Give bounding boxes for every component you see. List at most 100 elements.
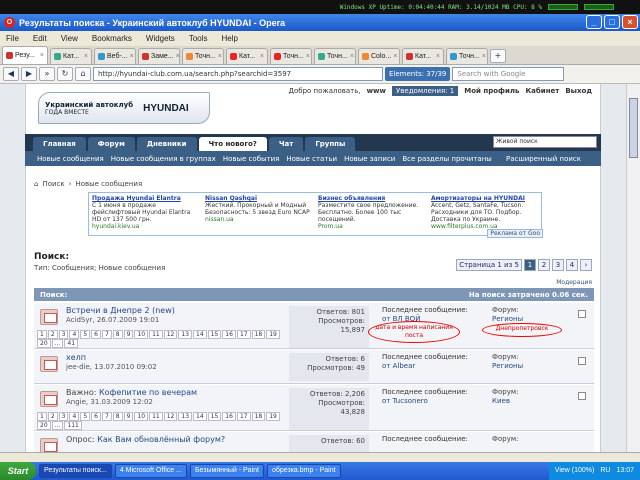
thread-page-link[interactable]: 17 [236,412,251,421]
tab-groups[interactable]: Группы [305,137,356,151]
thread-page-link[interactable]: 9 [123,412,134,421]
menu-file[interactable]: File [6,34,19,43]
thread-page-link[interactable]: 3 [58,330,69,339]
thread-author[interactable]: AcidSyr [66,316,92,324]
thread-page-link[interactable]: 17 [236,330,251,339]
thread-page-link[interactable]: 16 [222,330,236,339]
address-bar[interactable]: http://hyundai-club.com.ua/search.php?se… [93,67,383,81]
home-icon[interactable]: ⌂ [75,67,91,81]
moderation-menu[interactable]: Модерация [556,279,592,286]
scrollbar-thumb[interactable] [629,98,638,158]
browser-tab[interactable]: Точн... × [314,48,356,64]
thread-page-link[interactable]: 11 [149,330,163,339]
tab-whats-new[interactable]: Что нового? [198,137,267,151]
thread-page-link[interactable]: 2 [47,412,58,421]
next-page-icon[interactable]: › [580,259,592,271]
tab-close-icon[interactable]: × [393,53,397,60]
browser-tab[interactable]: Точн... × [182,48,224,64]
menu-help[interactable]: Help [222,34,238,43]
ad-item[interactable]: Продажа Hyundai Elantra С 1 июня в продаж… [89,193,202,235]
thread-title-text[interactable]: Кофепитие по вечерам [99,388,197,397]
fast-forward-icon[interactable]: » [39,67,55,81]
ad-title[interactable]: Nissan Qashqai [205,195,312,202]
tab-close-icon[interactable]: × [260,53,264,60]
thread-page-link[interactable]: 5 [80,330,91,339]
logout-link[interactable]: Выход [565,87,592,95]
live-search-input[interactable]: Живой поиск [493,136,597,148]
notifications-button[interactable]: Уведомления: 1 [392,86,459,96]
page-2-button[interactable]: 2 [538,259,550,271]
username-link[interactable]: www [367,87,386,95]
zoom-level[interactable]: View (100%) [555,462,595,480]
tab-close-icon[interactable]: × [130,53,134,60]
web-search-input[interactable]: Search with Google [452,67,565,81]
ad-title[interactable]: Продажа Hyundai Elantra [92,195,199,202]
forum-link[interactable]: Регионы [492,362,562,371]
page-scrollbar[interactable] [626,84,640,452]
thread-select-checkbox[interactable] [578,357,586,365]
menu-view[interactable]: View [61,34,78,43]
thread-page-link[interactable]: 19 [266,412,280,421]
forum-link[interactable]: Киев [492,397,562,406]
pagination-label[interactable]: Страница 1 из 5 [456,259,522,271]
subnav-new-group-posts[interactable]: Новые сообщения в группах [111,155,216,163]
subnav-new-articles[interactable]: Новые статьи [286,155,337,163]
forward-icon[interactable]: ▶ [21,67,37,81]
thread-page-link[interactable]: 1 [37,412,47,421]
ad-url[interactable]: Prom.ua [318,223,425,230]
thread-page-link[interactable]: 111 [64,421,82,430]
browser-tab[interactable]: Кат... × [402,48,444,64]
thread-page-link[interactable]: 18 [251,330,266,339]
page-4-button[interactable]: 4 [566,259,578,271]
back-icon[interactable]: ◀ [3,67,19,81]
thread-title[interactable]: хелп [66,353,86,362]
thread-page-link[interactable]: 5 [80,412,91,421]
site-logo[interactable]: Украинский автоклуб ГОДА ВМЕСТЕ HYUNDAI [38,92,210,124]
tab-close-icon[interactable]: × [482,53,486,60]
close-window-button[interactable]: × [622,15,638,29]
minimize-button[interactable]: _ [586,15,602,29]
thread-page-link[interactable]: 8 [112,412,123,421]
thread-page-link[interactable]: 8 [112,330,123,339]
thread-page-link[interactable]: 1 [37,330,47,339]
page-1-button[interactable]: 1 [524,259,536,271]
browser-tab[interactable]: Colo... × [358,48,400,64]
menu-edit[interactable]: Edit [33,34,47,43]
tab-close-icon[interactable]: × [350,53,354,60]
tab-forum[interactable]: Форум [87,137,135,151]
thread-title-text[interactable]: Встречи в Днепре 2 (new) [66,306,175,315]
browser-tab[interactable]: Резу... × [2,46,48,64]
ad-url[interactable]: nissan.ua [205,216,312,223]
thread-page-link[interactable]: 11 [149,412,163,421]
thread-title-text[interactable]: Как Вам обновлённый форум? [97,435,225,444]
thread-page-link[interactable]: 13 [178,330,193,339]
subnav-mark-read[interactable]: Все разделы прочитаны [402,155,491,163]
browser-tab[interactable]: Точн... × [446,48,488,64]
language-indicator[interactable]: RU [600,462,610,480]
tab-close-icon[interactable]: × [306,53,310,60]
thread-page-link[interactable]: 9 [123,330,134,339]
thread-page-link[interactable]: 14 [193,412,207,421]
subnav-new-posts[interactable]: Новые сообщения [37,155,104,163]
last-post-author[interactable]: от Tucsonero [382,397,486,406]
thread-page-link[interactable]: 10 [134,330,149,339]
browser-tab[interactable]: Кат... × [226,48,268,64]
browser-tab[interactable]: Точн... × [270,48,312,64]
menu-tools[interactable]: Tools [189,34,208,43]
taskbar-button[interactable]: Результаты поиск... [39,464,112,478]
thread-page-link[interactable]: 19 [266,330,280,339]
profile-link[interactable]: Мой профиль [464,87,519,95]
thread-page-link[interactable]: 14 [193,330,207,339]
thread-page-link[interactable]: 41 [64,339,79,348]
thread-page-link[interactable]: 10 [134,412,149,421]
tab-close-icon[interactable]: × [40,52,44,59]
thread-title[interactable]: Опрос: Как Вам обновлённый форум? [66,435,225,444]
ad-item[interactable]: Бизнес объявления Разместите свое предлож… [315,193,428,235]
tab-close-icon[interactable]: × [218,53,222,60]
menu-bookmarks[interactable]: Bookmarks [92,34,132,43]
menu-widgets[interactable]: Widgets [146,34,175,43]
thread-page-link[interactable]: 20 [37,421,51,430]
thread-author[interactable]: jee-die [66,363,90,371]
subnav-new-events[interactable]: Новые события [223,155,280,163]
reload-icon[interactable]: ↻ [57,67,73,81]
